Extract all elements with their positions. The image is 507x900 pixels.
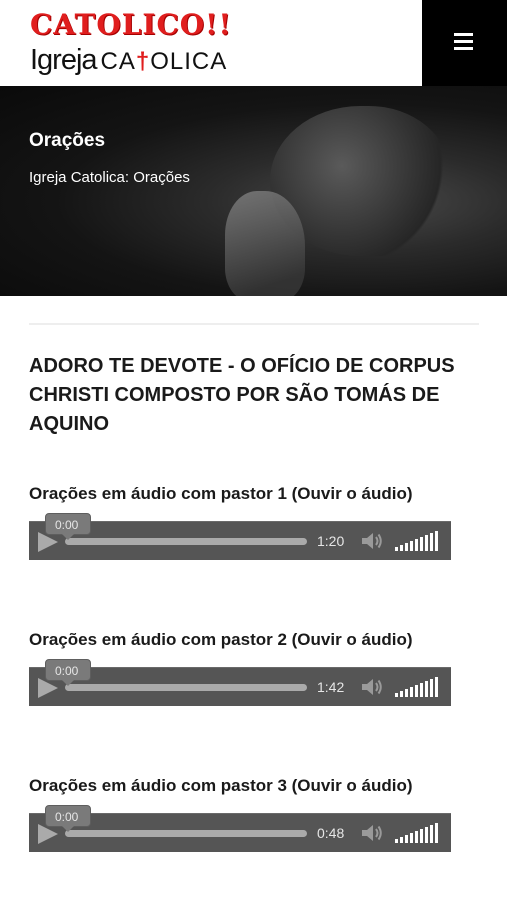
play-icon[interactable] <box>38 678 58 698</box>
hamburger-icon <box>454 33 473 50</box>
volume-slider[interactable] <box>395 531 441 551</box>
audio-label: Orações em áudio com pastor 3 (Ouvir o á… <box>29 776 413 795</box>
audio-label: Orações em áudio com pastor 1 (Ouvir o á… <box>29 484 413 503</box>
page-title: Orações <box>29 130 106 151</box>
duration-text: 1:20 <box>317 533 345 549</box>
audio-item: Orações em áudio com pastor 1 (Ouvir o á… <box>29 484 451 560</box>
logo-igreja-catolica: Igreja CA†OLICA <box>30 44 227 77</box>
logo-igreja-text: Igreja <box>30 44 98 76</box>
progress-track[interactable] <box>65 538 307 545</box>
duration-text: 0:48 <box>317 825 345 841</box>
audio-player: 0:00 0:48 <box>29 805 451 852</box>
speaker-icon[interactable] <box>361 678 383 696</box>
progress-track[interactable] <box>65 830 307 837</box>
current-time-bubble: 0:00 <box>45 659 91 686</box>
current-time-bubble: 0:00 <box>45 513 91 540</box>
duration-text: 1:42 <box>317 679 345 695</box>
hero-banner: Orações Igreja Catolica: Orações <box>0 86 507 296</box>
divider <box>29 323 479 325</box>
site-header: CATOLICO!! Igreja CA†OLICA <box>0 0 507 86</box>
audio-item: Orações em áudio com pastor 2 (Ouvir o á… <box>29 630 451 706</box>
site-logo[interactable]: CATOLICO!! Igreja CA†OLICA <box>30 8 250 80</box>
audio-item: Orações em áudio com pastor 3 (Ouvir o á… <box>29 776 451 852</box>
breadcrumb: Igreja Catolica: Orações <box>29 169 190 186</box>
logo-catolica-text: CA†OLICA <box>100 48 228 75</box>
article-title: ADORO TE DEVOTE - O OFÍCIO DE CORPUS CHR… <box>29 355 455 435</box>
praying-hands-image <box>225 191 305 296</box>
volume-slider[interactable] <box>395 823 441 843</box>
progress-track[interactable] <box>65 684 307 691</box>
volume-slider[interactable] <box>395 677 441 697</box>
menu-button[interactable] <box>422 0 507 86</box>
play-icon[interactable] <box>38 532 58 552</box>
speaker-icon[interactable] <box>361 824 383 842</box>
speaker-icon[interactable] <box>361 532 383 550</box>
logo-catolico-text: CATOLICO!! <box>30 8 232 41</box>
audio-player: 0:00 1:42 <box>29 659 451 706</box>
play-icon[interactable] <box>38 824 58 844</box>
audio-player: 0:00 1:20 <box>29 513 451 560</box>
cross-icon: † <box>135 48 151 75</box>
audio-label: Orações em áudio com pastor 2 (Ouvir o á… <box>29 630 413 649</box>
current-time-bubble: 0:00 <box>45 805 91 832</box>
